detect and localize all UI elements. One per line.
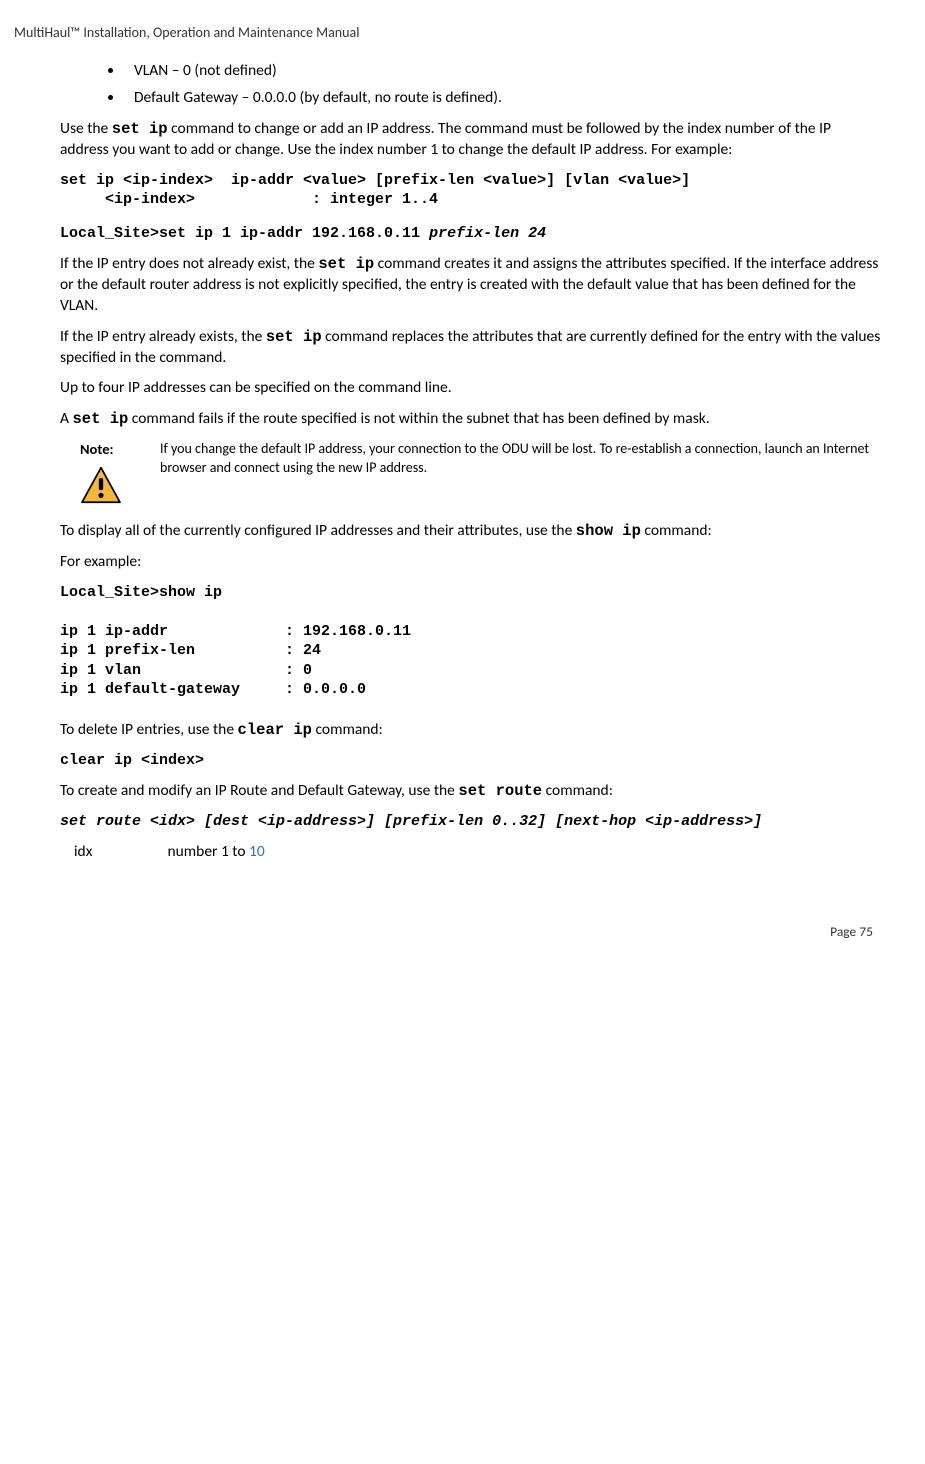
text: command: [542,781,613,800]
note-label-column: Note: [80,440,160,510]
code-block: set ip <ip-index> ip-addr <value> [prefi… [60,171,883,210]
idx-value: number 1 to [168,842,250,861]
text: command fails if the route specified is … [128,409,709,428]
idx-key: idx [74,842,164,863]
paragraph: To display all of the currently configur… [60,521,883,542]
text: command to change or add an IP address. … [60,119,831,159]
text: If the IP entry does not already exist, … [60,254,318,273]
inline-code: set ip [266,328,322,346]
warning-icon [80,466,122,504]
paragraph: Use the set ip command to change or add … [60,119,883,161]
paragraph: If the IP entry does not already exist, … [60,254,883,317]
code-text: Local_Site>set ip 1 ip-addr 192.168.0.11 [60,225,429,242]
text: To create and modify an IP Route and Def… [60,781,458,800]
note-box: Note: If you change the default IP addre… [80,440,883,510]
paragraph: For example: [60,552,883,573]
text: command: [641,521,712,540]
code-block: Local_Site>show ip ip 1 ip-addr : 192.16… [60,583,883,700]
bullet-list: VLAN – 0 (not defined) Default Gateway –… [60,61,883,109]
code-text-italic: prefix-len 24 [429,225,546,242]
paragraph: Up to four IP addresses can be specified… [60,378,883,399]
note-label: Note: [80,440,160,460]
inline-code: set ip [72,410,128,428]
page-footer: Page 75 [14,923,883,941]
note-body: If you change the default IP address, yo… [160,440,883,478]
paragraph: To delete IP entries, use the clear ip c… [60,720,883,741]
inline-code: clear ip [238,721,312,739]
page-content: VLAN – 0 (not defined) Default Gateway –… [14,61,883,863]
page-header: MultiHaul™ Installation, Operation and M… [14,24,883,43]
code-block: Local_Site>set ip 1 ip-addr 192.168.0.11… [60,224,883,244]
text: command: [312,720,383,739]
list-item: Default Gateway – 0.0.0.0 (by default, n… [124,88,883,109]
code-block-italic: set route <idx> [dest <ip-address>] [pre… [60,812,883,832]
text: To delete IP entries, use the [60,720,238,739]
list-item: VLAN – 0 (not defined) [124,61,883,82]
inline-code: set ip [112,120,168,138]
paragraph: If the IP entry already exists, the set … [60,327,883,369]
inline-code: set ip [318,255,374,273]
text: To display all of the currently configur… [60,521,576,540]
idx-definition: idx number 1 to 10 [74,842,883,863]
inline-code: set route [458,782,542,800]
paragraph: To create and modify an IP Route and Def… [60,781,883,802]
text: A [60,409,72,428]
inline-code: show ip [576,522,641,540]
idx-value-highlight: 10 [249,842,265,861]
paragraph: A set ip command fails if the route spec… [60,409,883,430]
code-block: clear ip <index> [60,751,883,771]
text: Use the [60,119,112,138]
text: If the IP entry already exists, the [60,327,266,346]
